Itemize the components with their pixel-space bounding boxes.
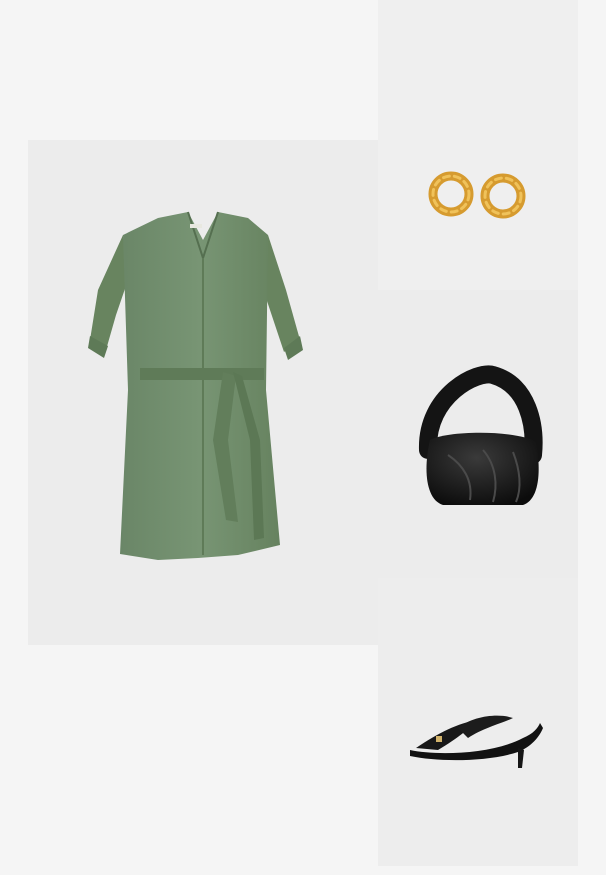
sandals-image xyxy=(410,715,543,768)
outfit-item-earrings[interactable] xyxy=(378,0,578,290)
page-margin xyxy=(578,0,606,875)
dress-image xyxy=(88,211,303,560)
handbag-image xyxy=(418,365,543,505)
outfit-item-dress[interactable] xyxy=(28,140,378,645)
outfit-item-sandals[interactable] xyxy=(378,578,578,866)
earrings-image xyxy=(428,171,526,219)
outfit-item-handbag[interactable] xyxy=(378,290,578,578)
